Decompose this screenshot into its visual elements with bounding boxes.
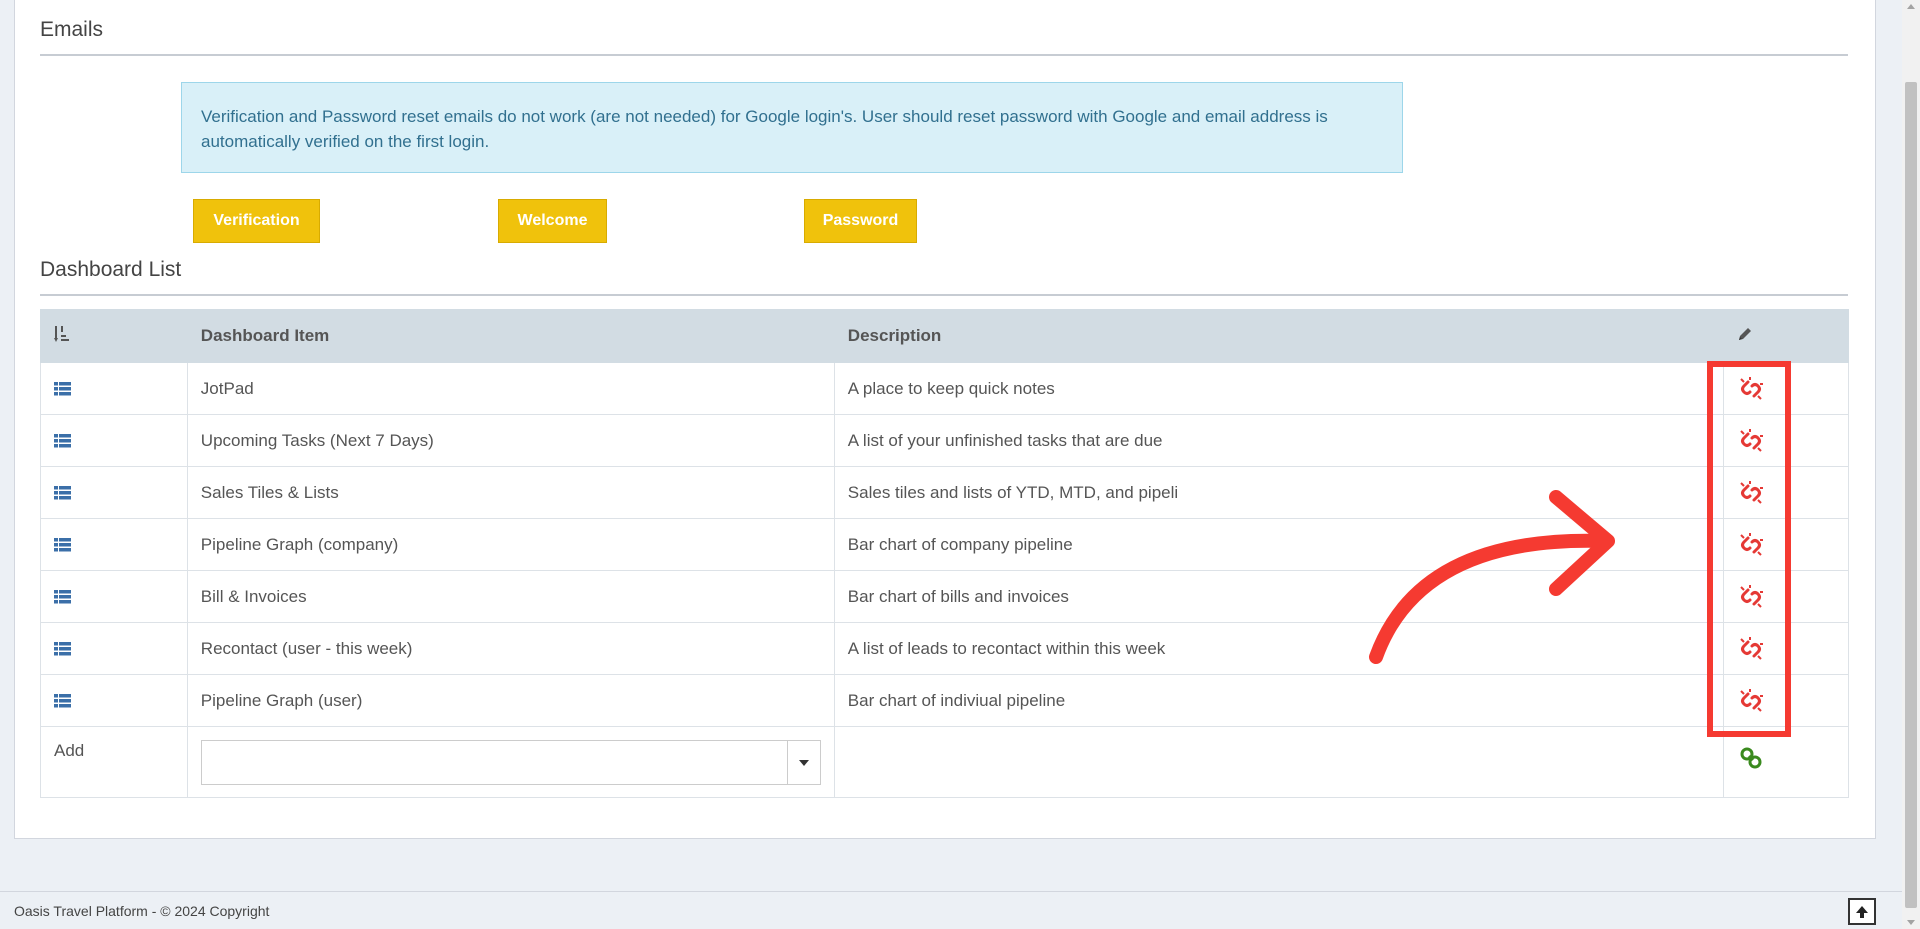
list-icon[interactable] <box>54 433 71 448</box>
table-row: Bill & Invoices Bar chart of bills and i… <box>40 570 1849 623</box>
arrow-up-icon <box>1856 905 1868 918</box>
list-icon[interactable] <box>54 537 71 552</box>
table-header-row: Dashboard Item Description <box>40 309 1849 363</box>
add-description-cell <box>833 726 1725 798</box>
remove-cell <box>1723 466 1849 519</box>
table-row: JotPad A place to keep quick notes <box>40 362 1849 415</box>
link-icon[interactable] <box>1737 744 1765 772</box>
dashboard-item-cell: Recontact (user - this week) <box>186 622 835 675</box>
remove-cell <box>1723 414 1849 467</box>
table-row: Pipeline Graph (company) Bar chart of co… <box>40 518 1849 571</box>
add-row: Add <box>40 726 1849 798</box>
password-email-button[interactable]: Password <box>804 199 917 243</box>
google-login-notice: Verification and Password reset emails d… <box>181 82 1403 173</box>
emails-divider <box>40 54 1848 56</box>
list-icon[interactable] <box>54 693 71 708</box>
verification-email-button[interactable]: Verification <box>193 199 320 243</box>
description-cell: A place to keep quick notes <box>833 362 1725 415</box>
scroll-up-arrow[interactable] <box>1907 4 1915 9</box>
welcome-email-button[interactable]: Welcome <box>498 199 607 243</box>
add-link-cell <box>1723 726 1849 798</box>
remove-cell <box>1723 622 1849 675</box>
unlink-icon[interactable] <box>1737 479 1765 507</box>
row-handle-cell <box>40 466 188 519</box>
row-handle-cell <box>40 622 188 675</box>
dashboard-item-select[interactable] <box>200 740 821 785</box>
dashboard-item-cell: JotPad <box>186 362 835 415</box>
dashboard-divider <box>40 294 1848 296</box>
row-handle-cell <box>40 362 188 415</box>
footer-copyright: Oasis Travel Platform - © 2024 Copyright <box>14 903 270 919</box>
description-header[interactable]: Description <box>833 309 1725 363</box>
sort-numeric-icon[interactable] <box>54 325 72 343</box>
unlink-icon[interactable] <box>1737 583 1765 611</box>
dashboard-list-table: Dashboard Item Description JotPad A plac… <box>40 309 1849 798</box>
table-row: Recontact (user - this week) A list of l… <box>40 622 1849 675</box>
emails-section-title: Emails <box>40 18 104 41</box>
table-row: Upcoming Tasks (Next 7 Days) A list of y… <box>40 414 1849 467</box>
remove-cell <box>1723 518 1849 571</box>
description-cell: Bar chart of company pipeline <box>833 518 1725 571</box>
row-handle-cell <box>40 674 188 727</box>
row-handle-cell <box>40 414 188 467</box>
row-handle-cell <box>40 570 188 623</box>
description-cell: A list of your unfinished tasks that are… <box>833 414 1725 467</box>
table-row: Sales Tiles & Lists Sales tiles and list… <box>40 466 1849 519</box>
scroll-to-top-button[interactable] <box>1848 898 1876 925</box>
row-handle-cell <box>40 518 188 571</box>
remove-cell <box>1723 570 1849 623</box>
dashboard-item-cell: Bill & Invoices <box>186 570 835 623</box>
edit-column-header <box>1723 309 1849 363</box>
dashboard-list-title: Dashboard List <box>40 258 182 281</box>
sort-column-header[interactable] <box>40 309 188 363</box>
list-icon[interactable] <box>54 641 71 656</box>
unlink-icon[interactable] <box>1737 687 1765 715</box>
dashboard-item-cell: Pipeline Graph (user) <box>186 674 835 727</box>
dashboard-item-cell: Sales Tiles & Lists <box>186 466 835 519</box>
pencil-icon[interactable] <box>1737 326 1753 342</box>
dashboard-item-header[interactable]: Dashboard Item <box>186 309 835 363</box>
unlink-icon[interactable] <box>1737 531 1765 559</box>
description-cell: Bar chart of bills and invoices <box>833 570 1725 623</box>
unlink-icon[interactable] <box>1737 375 1765 403</box>
list-icon[interactable] <box>54 589 71 604</box>
remove-cell <box>1723 362 1849 415</box>
scroll-down-arrow[interactable] <box>1907 920 1915 925</box>
unlink-icon[interactable] <box>1737 635 1765 663</box>
page-scrollbar[interactable] <box>1902 0 1920 929</box>
list-icon[interactable] <box>54 381 71 396</box>
description-cell: Bar chart of indiviual pipeline <box>833 674 1725 727</box>
table-row: Pipeline Graph (user) Bar chart of indiv… <box>40 674 1849 727</box>
description-cell: Sales tiles and lists of YTD, MTD, and p… <box>833 466 1725 519</box>
add-label: Add <box>40 726 188 798</box>
dashboard-item-cell: Upcoming Tasks (Next 7 Days) <box>186 414 835 467</box>
remove-cell <box>1723 674 1849 727</box>
chevron-down-icon[interactable] <box>786 741 820 784</box>
unlink-icon[interactable] <box>1737 427 1765 455</box>
add-select-cell <box>186 726 835 798</box>
description-cell: A list of leads to recontact within this… <box>833 622 1725 675</box>
scrollbar-thumb[interactable] <box>1905 82 1917 908</box>
list-icon[interactable] <box>54 485 71 500</box>
footer: Oasis Travel Platform - © 2024 Copyright <box>0 891 1902 929</box>
dashboard-item-cell: Pipeline Graph (company) <box>186 518 835 571</box>
